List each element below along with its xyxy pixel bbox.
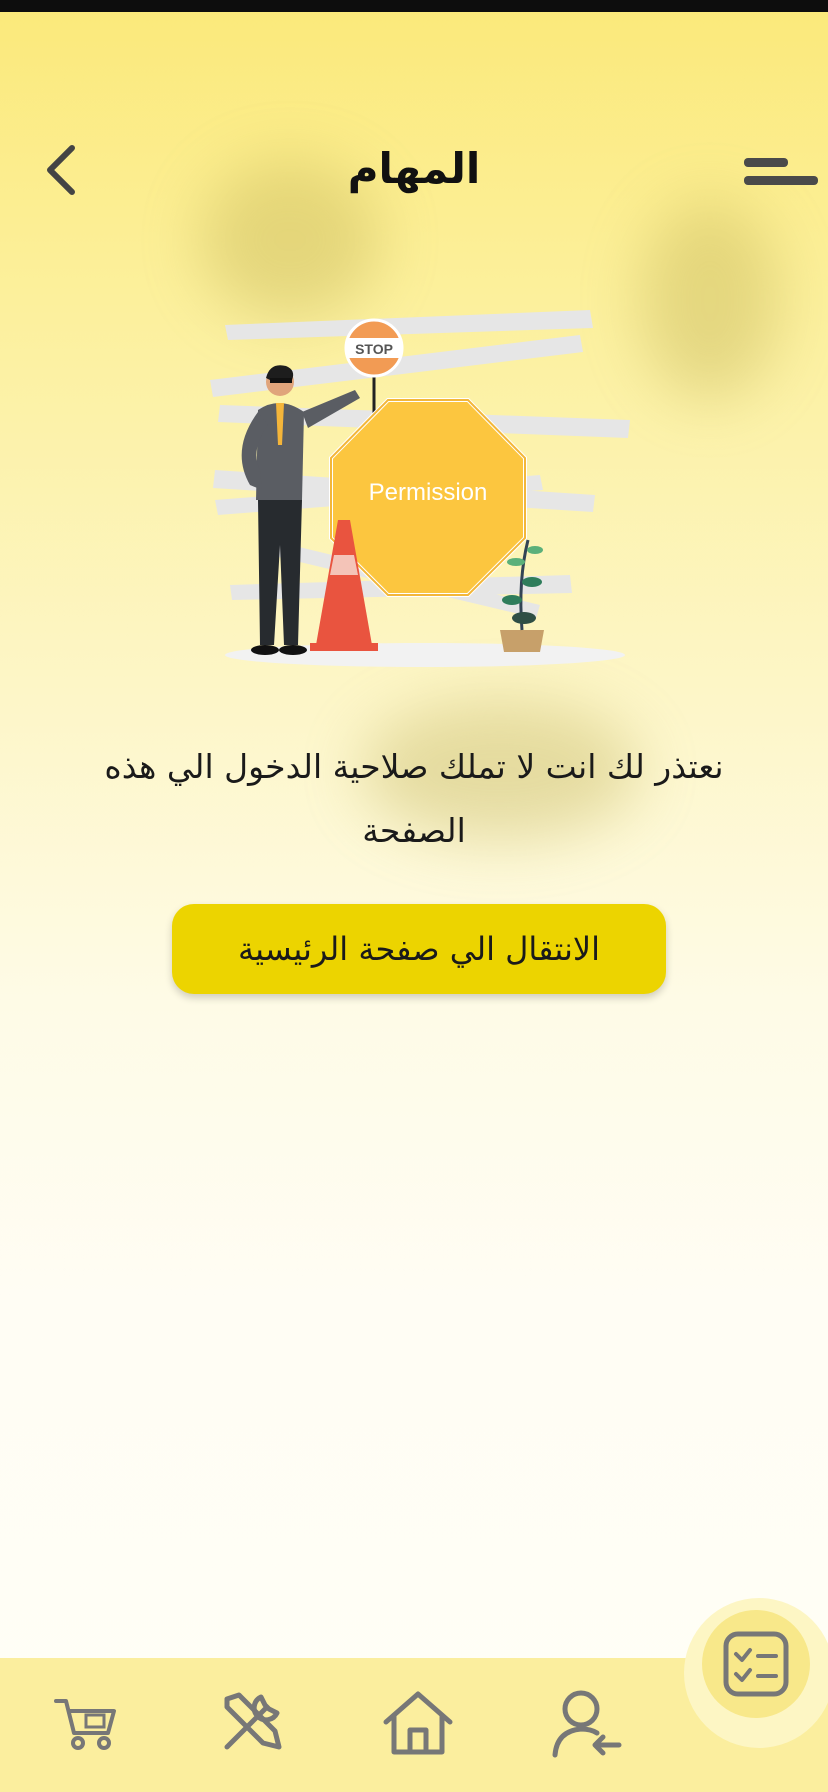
menu-icon (744, 158, 788, 167)
home-icon (383, 1691, 453, 1755)
no-permission-message: نعتذر لك انت لا تملك صلاحية الدخول الي ه… (104, 747, 724, 850)
user-switch-icon (552, 1690, 622, 1758)
nav-user-switch[interactable] (540, 1678, 630, 1768)
stop-sign-label: STOP (355, 341, 393, 357)
tasks-fab-button[interactable] (702, 1610, 810, 1718)
cart-icon (54, 1699, 116, 1750)
checklist-icon (723, 1631, 789, 1697)
header: المهام (0, 130, 828, 220)
permission-sign-label: Permission (369, 479, 488, 506)
permission-illustration: STOP Permission (210, 310, 630, 667)
status-bar (0, 0, 828, 12)
tools-icon (224, 1692, 282, 1750)
background-blur (640, 200, 780, 400)
menu-icon-bar (744, 176, 818, 185)
page-title: المهام (347, 144, 481, 193)
go-home-button[interactable]: الانتقال الي صفحة الرئيسية (172, 904, 666, 994)
nav-home[interactable] (373, 1678, 463, 1768)
menu-button[interactable] (744, 154, 818, 194)
nav-cart[interactable] (42, 1678, 132, 1768)
nav-tools[interactable] (206, 1678, 296, 1768)
